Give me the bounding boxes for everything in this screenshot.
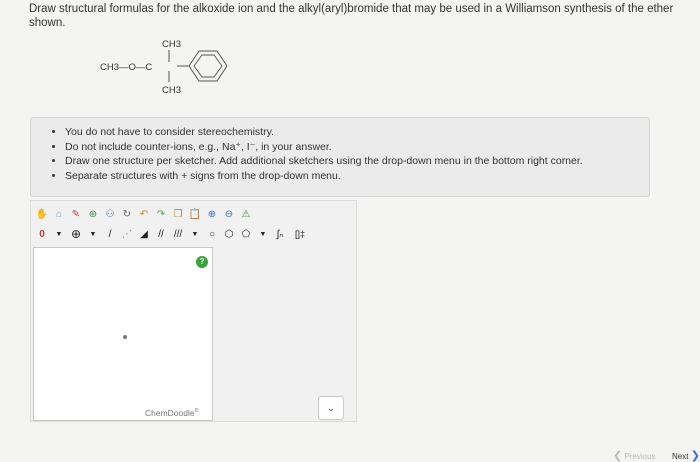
chevron-left-icon: ❮ [613, 450, 623, 462]
top-methyl-label: CH3 [162, 39, 181, 50]
double-bond-icon[interactable]: // [154, 227, 168, 241]
benzene-ring [188, 50, 228, 82]
chevron-right-icon: ❯ [690, 450, 700, 462]
ether-structure-diagram: CH3 CH3—O—C CH3 [100, 39, 228, 96]
chemdoodle-logo: ChemDoodle® [145, 408, 199, 418]
question-text: Draw structural formulas for the alkoxid… [29, 3, 674, 29]
instruction-item: Separate structures with + signs from th… [65, 169, 649, 184]
undo-icon[interactable]: ↶ [137, 207, 151, 221]
bottom-methyl-label: CH3 [162, 85, 181, 96]
sketcher-toolbar-top: ✋ ⌂ ✎ ⊛ ⚇ ↻ ↶ ↷ ❐ 📋 ⊕ ⊖ ⚠ [35, 205, 253, 223]
benzene-inner-ring [193, 54, 223, 78]
lasso-icon[interactable]: ⚇ [103, 207, 117, 221]
chevron-down-icon[interactable]: ▼ [256, 227, 270, 241]
instruction-item: Draw one structure per sketcher. Add add… [65, 154, 649, 169]
clear-icon[interactable]: ⚠ [239, 207, 253, 221]
chevron-down-icon[interactable]: ▼ [188, 227, 202, 241]
zoom-in-icon[interactable]: ⊕ [205, 207, 219, 221]
brackets-button[interactable]: []‡ [290, 227, 310, 241]
help-button[interactable]: ? [196, 256, 208, 268]
drawing-canvas[interactable]: ? ChemDoodle® [33, 247, 213, 421]
chevron-down-icon: ⌄ [327, 402, 335, 413]
rotate-icon[interactable]: ↻ [120, 207, 134, 221]
wedge-bond-icon[interactable]: ◢ [137, 227, 151, 241]
chevron-down-icon[interactable]: ▼ [86, 227, 100, 241]
paste-icon[interactable]: 📋 [188, 207, 202, 221]
ring-template-icon[interactable]: ⊛ [86, 207, 100, 221]
zoom-out-icon[interactable]: ⊖ [222, 207, 236, 221]
copy-icon[interactable]: ❐ [171, 207, 185, 221]
left-group-label: CH3—O—C [100, 62, 152, 73]
pentagon-ring-icon[interactable]: ⬠ [239, 227, 253, 241]
ring-icon[interactable]: ○ [205, 227, 219, 241]
pencil-icon[interactable]: ✎ [69, 207, 83, 221]
single-bond-icon[interactable]: / [103, 227, 117, 241]
canvas-dot [123, 335, 127, 339]
add-sketcher-dropdown[interactable]: ⌄ [318, 396, 344, 420]
instructions-box: You do not have to consider stereochemis… [30, 117, 650, 197]
sketcher-panel: ✋ ⌂ ✎ ⊛ ⚇ ↻ ↶ ↷ ❐ 📋 ⊕ ⊖ ⚠ 0 ▼ ⊕ ▼ / ⋰ ◢ … [30, 200, 357, 422]
chain-icon[interactable]: ∫ₙ [273, 227, 287, 241]
dashed-bond-icon[interactable]: ⋰ [120, 227, 134, 241]
chevron-down-icon[interactable]: ▼ [52, 227, 66, 241]
previous-button[interactable]: ❮ Previous [613, 449, 656, 462]
hand-icon[interactable]: ✋ [35, 207, 49, 221]
next-button[interactable]: Next ❯ [672, 449, 700, 462]
instruction-item: Do not include counter-ions, e.g., Na⁺, … [65, 140, 649, 155]
instruction-item: You do not have to consider stereochemis… [65, 125, 649, 140]
triple-bond-icon[interactable]: /// [171, 227, 185, 241]
eraser-icon[interactable]: ⌂ [52, 207, 66, 221]
redo-icon[interactable]: ↷ [154, 207, 168, 221]
charge-button[interactable]: 0 [35, 227, 49, 241]
benzene-ring-icon[interactable]: ⬡ [222, 227, 236, 241]
plus-charge-button[interactable]: ⊕ [69, 227, 83, 241]
sketcher-toolbar-bottom: 0 ▼ ⊕ ▼ / ⋰ ◢ // /// ▼ ○ ⬡ ⬠ ▼ ∫ₙ []‡ [35, 225, 310, 243]
